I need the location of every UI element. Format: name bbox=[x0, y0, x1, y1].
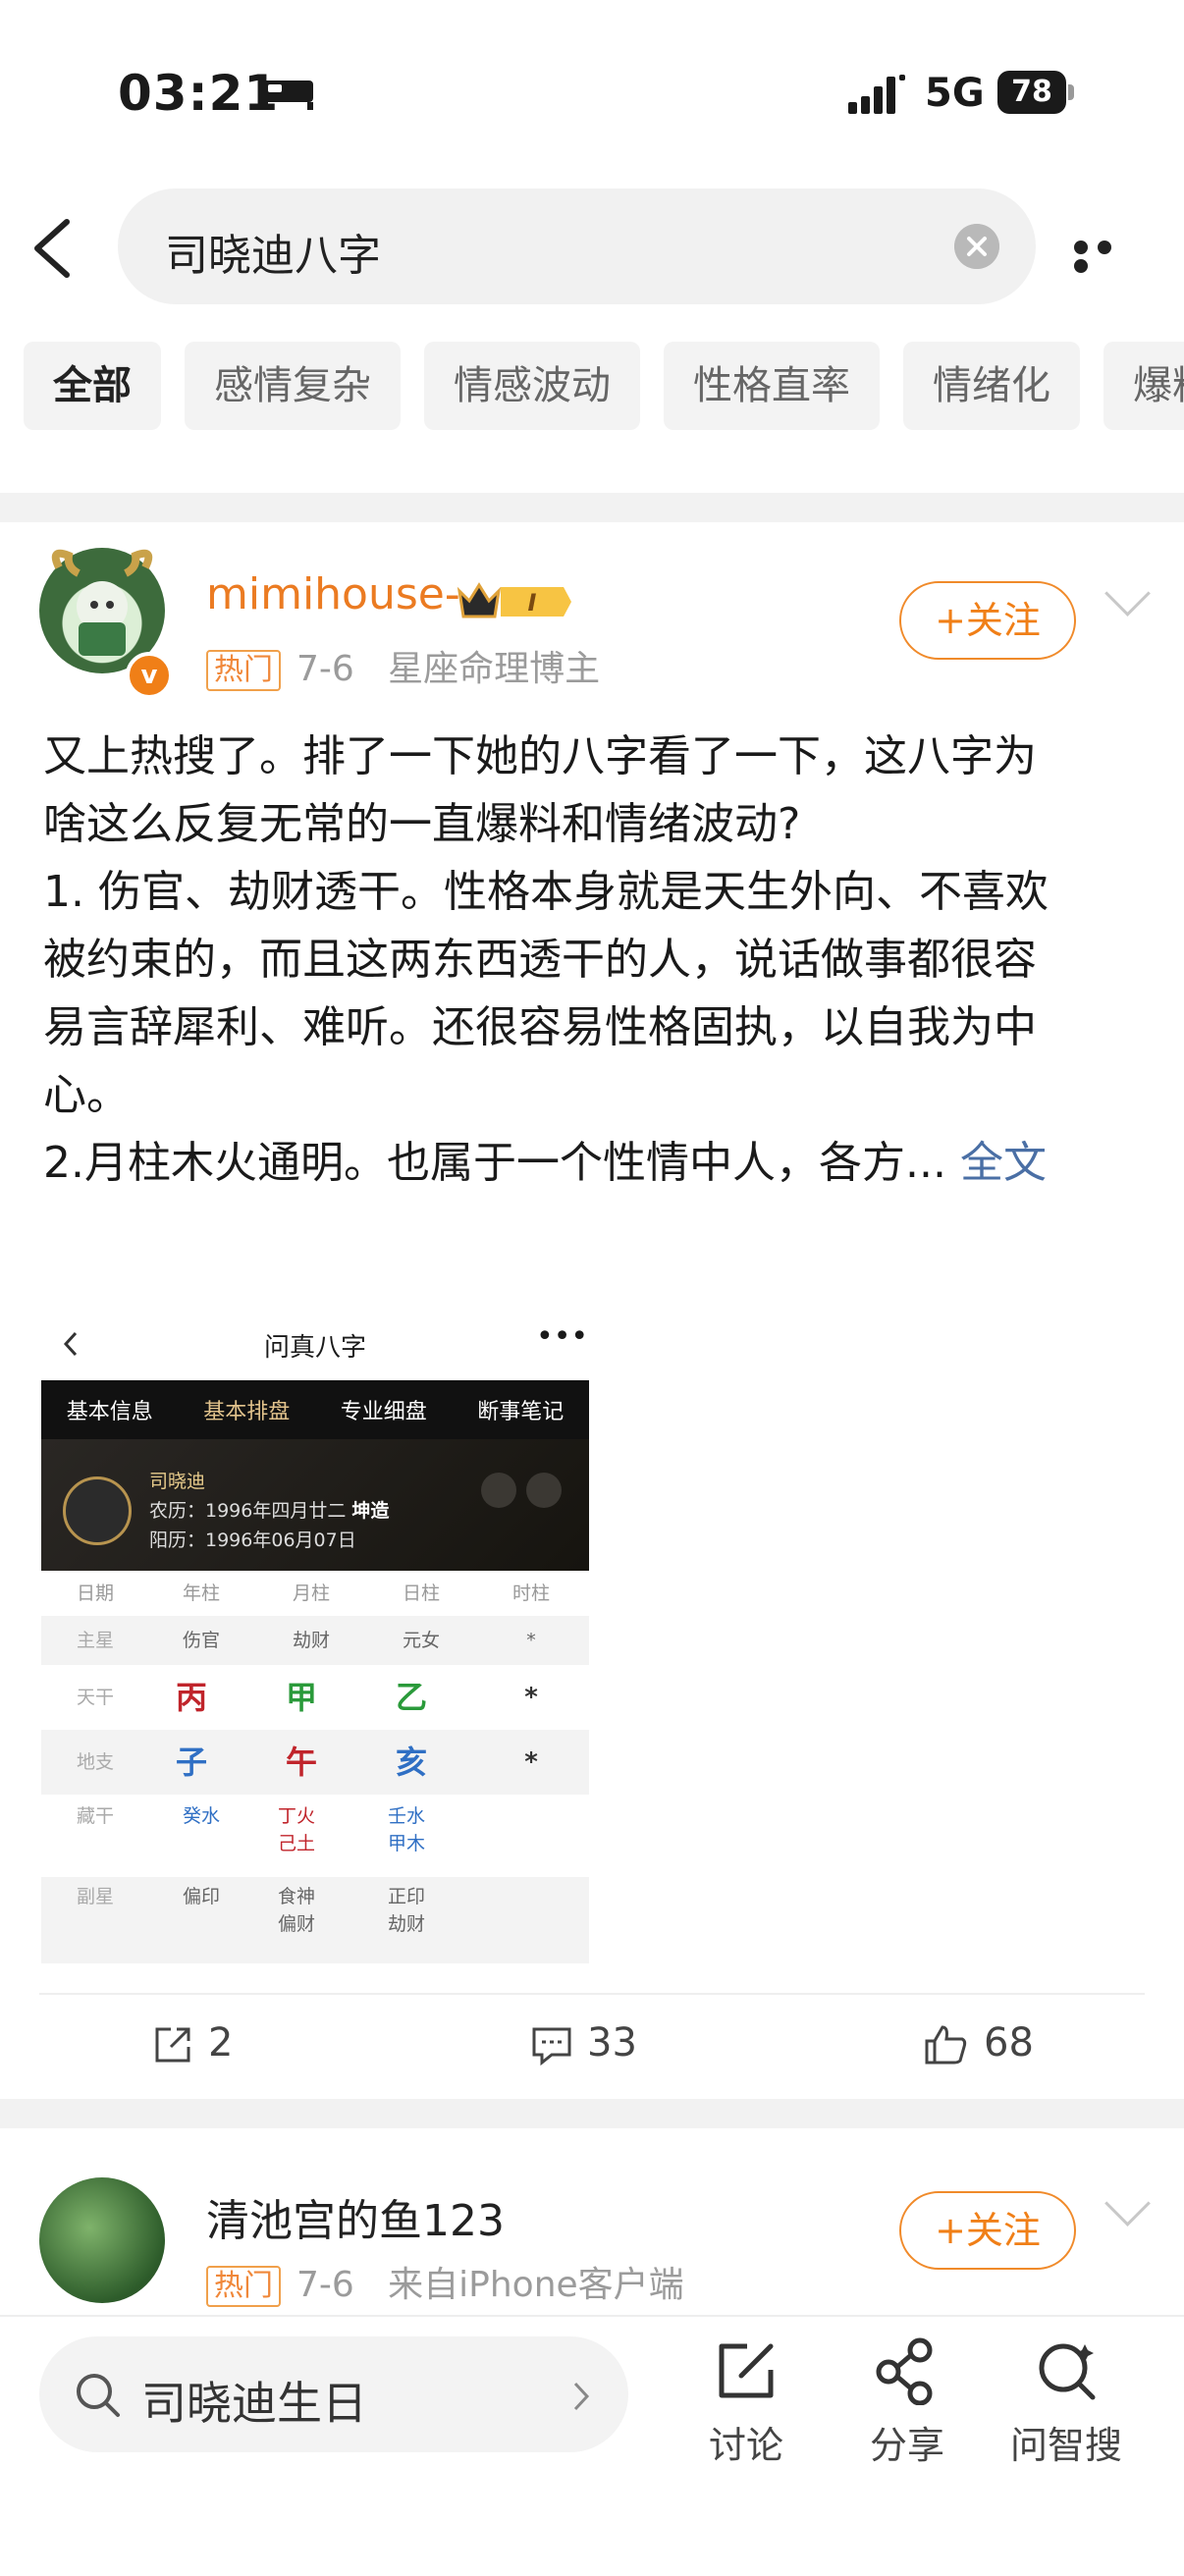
image-nav-item: 基本信息 bbox=[66, 1400, 153, 1424]
clear-search-icon[interactable] bbox=[954, 224, 999, 269]
post-line: 心。 bbox=[43, 1070, 130, 1120]
post-author-name[interactable]: mimihouse- bbox=[206, 569, 460, 619]
battery-level: 78 bbox=[997, 71, 1066, 114]
post-line: 又上热搜了。排了一下她的八字看了一下，这八字为 bbox=[43, 731, 1037, 781]
image-profile: 司晓迪 农历：1996年四月廿二 坤造 阳历：1996年06月07日 bbox=[41, 1439, 589, 1571]
comment-icon bbox=[532, 2027, 571, 2066]
post-line: 被约束的，而且这两东西透干的人，说话做事都很容 bbox=[43, 935, 1037, 985]
related-search-text[interactable]: 司晓迪生日 bbox=[141, 2368, 367, 2433]
network-type: 5G bbox=[925, 71, 985, 116]
image-solar-date: 阳历：1996年06月07日 bbox=[149, 1530, 356, 1551]
bazi-row: 天干 丙 甲 乙 * bbox=[76, 1679, 538, 1716]
section-divider bbox=[0, 2099, 1184, 2128]
image-nav-item: 基本排盘 bbox=[203, 1400, 291, 1424]
bazi-table: 日期 年柱 月柱 日柱 时柱 主星 伤官 劫财 元女 * 天干 丙 甲 乙 * … bbox=[41, 1571, 589, 1963]
discuss-icon bbox=[719, 2343, 774, 2398]
post-source: 来自iPhone客户端 bbox=[388, 2265, 684, 2305]
post-date: 7-6 bbox=[296, 649, 354, 689]
comment-count: 33 bbox=[587, 2020, 637, 2066]
discuss-label: 讨论 bbox=[708, 2424, 783, 2467]
chip-emotional-fluctuation[interactable]: 情感波动 bbox=[424, 342, 640, 430]
follow-button[interactable]: +关注 bbox=[899, 581, 1076, 660]
search-query[interactable]: 司晓迪八字 bbox=[165, 220, 381, 283]
share-button[interactable]: 分享 bbox=[848, 2336, 966, 2469]
zodiac-avatar-icon bbox=[63, 1476, 132, 1545]
image-nav-item: 专业细盘 bbox=[340, 1400, 427, 1424]
chip-emotional[interactable]: 情绪化 bbox=[903, 342, 1080, 430]
share-icon bbox=[876, 2337, 933, 2405]
image-more-icon: ••• bbox=[536, 1319, 589, 1354]
vip-badge-icon: I bbox=[457, 582, 571, 618]
image-person-name: 司晓迪 bbox=[149, 1471, 206, 1492]
bazi-header-row: 日期 年柱 月柱 日柱 时柱 bbox=[76, 1583, 550, 1604]
like-count: 68 bbox=[984, 2020, 1034, 2066]
image-nav: 基本信息 基本排盘 专业细盘 断事笔记 bbox=[41, 1380, 589, 1439]
bazi-row: 藏干 癸水 丁火 己土 壬水 甲木 bbox=[76, 1805, 425, 1854]
cellular-signal-icon bbox=[848, 75, 905, 114]
sleep-focus-icon bbox=[262, 80, 313, 110]
image-gender-tag: 坤造 bbox=[351, 1500, 390, 1522]
post-line: 2.月柱木火通明。也属于一个性情中人，各方... 全文 bbox=[43, 1138, 1047, 1188]
chip-complex-emotion[interactable]: 感情复杂 bbox=[185, 342, 401, 430]
image-lunar-date: 农历：1996年四月廿二 bbox=[149, 1500, 347, 1522]
post-meta: 热门 7-6 星座命理博主 bbox=[206, 640, 600, 691]
smart-search-button[interactable]: 问智搜 bbox=[1007, 2336, 1125, 2469]
post-author-name[interactable]: 清池宫的鱼123 bbox=[206, 2185, 505, 2248]
repost-count: 2 bbox=[208, 2020, 234, 2066]
post-line: 1. 伤官、劫财透干。性格本身就是天生外向、不喜欢 bbox=[43, 867, 1049, 917]
follow-button[interactable]: +关注 bbox=[899, 2191, 1076, 2270]
post-date: 7-6 bbox=[296, 2265, 354, 2305]
hot-tag: 热门 bbox=[206, 2266, 281, 2307]
post-meta: 热门 7-6 来自iPhone客户端 bbox=[206, 2256, 684, 2307]
action-divider bbox=[39, 1993, 1145, 1995]
more-options-icon[interactable] bbox=[1074, 240, 1143, 273]
edit-icon bbox=[526, 1473, 562, 1508]
chip-revelation[interactable]: 爆料 bbox=[1103, 342, 1184, 430]
repost-button[interactable]: 2 bbox=[151, 2020, 233, 2066]
chevron-down-icon[interactable] bbox=[1104, 2180, 1151, 2227]
full-text-link[interactable]: 全文 bbox=[960, 1138, 1047, 1188]
chip-all[interactable]: 全部 bbox=[24, 342, 161, 430]
bazi-row: 主星 伤官 劫财 元女 * bbox=[41, 1616, 589, 1665]
like-icon bbox=[925, 2025, 967, 2065]
section-divider bbox=[0, 493, 1184, 522]
chip-straightforward[interactable]: 性格直率 bbox=[664, 342, 880, 430]
share-label: 分享 bbox=[869, 2424, 944, 2467]
filter-chips: 全部感情复杂情感波动性格直率情绪化爆料 bbox=[24, 342, 1184, 430]
bazi-row: 副星 偏印 食神 偏财 正印 劫财 bbox=[41, 1877, 589, 1963]
chevron-down-icon[interactable] bbox=[1104, 570, 1151, 617]
comment-button[interactable]: 33 bbox=[530, 2020, 637, 2066]
hot-tag: 热门 bbox=[206, 650, 281, 691]
post-body: 又上热搜了。排了一下她的八字看了一下，这八字为 啥这么反复无常的一直爆料和情绪波… bbox=[43, 723, 1153, 1197]
avatar[interactable] bbox=[39, 2177, 165, 2303]
post-line: 啥这么反复无常的一直爆料和情绪波动? bbox=[43, 799, 801, 849]
image-app-header: 问真八字 ••• bbox=[41, 1306, 589, 1380]
like-button[interactable]: 68 bbox=[923, 2020, 1034, 2066]
battery-indicator: 78 bbox=[997, 71, 1076, 114]
image-app-title: 问真八字 bbox=[263, 1333, 366, 1363]
back-arrow-icon[interactable] bbox=[27, 216, 77, 281]
discuss-button[interactable]: 讨论 bbox=[687, 2336, 805, 2469]
search-icon bbox=[77, 2374, 120, 2417]
smart-search-label: 问智搜 bbox=[1009, 2424, 1122, 2467]
chevron-right-icon[interactable] bbox=[571, 2380, 591, 2413]
smart-search-icon bbox=[1039, 2343, 1096, 2400]
bazi-row: 地支 子 午 亥 * bbox=[41, 1730, 589, 1795]
post-line: 易言辞犀利、难听。还很容易性格固执，以自我为中 bbox=[43, 1002, 1037, 1052]
image-nav-item: 断事笔记 bbox=[477, 1400, 565, 1424]
post-image[interactable]: 问真八字 ••• 基本信息 基本排盘 专业细盘 断事笔记 司晓迪 农历：1996… bbox=[41, 1306, 589, 1963]
repost-icon bbox=[155, 2027, 190, 2063]
status-time: 03:21 bbox=[118, 65, 280, 122]
eye-icon bbox=[481, 1473, 516, 1508]
vip-level: I bbox=[528, 589, 537, 617]
verified-badge-icon: v bbox=[126, 652, 173, 699]
author-description: 星座命理博主 bbox=[388, 649, 601, 689]
